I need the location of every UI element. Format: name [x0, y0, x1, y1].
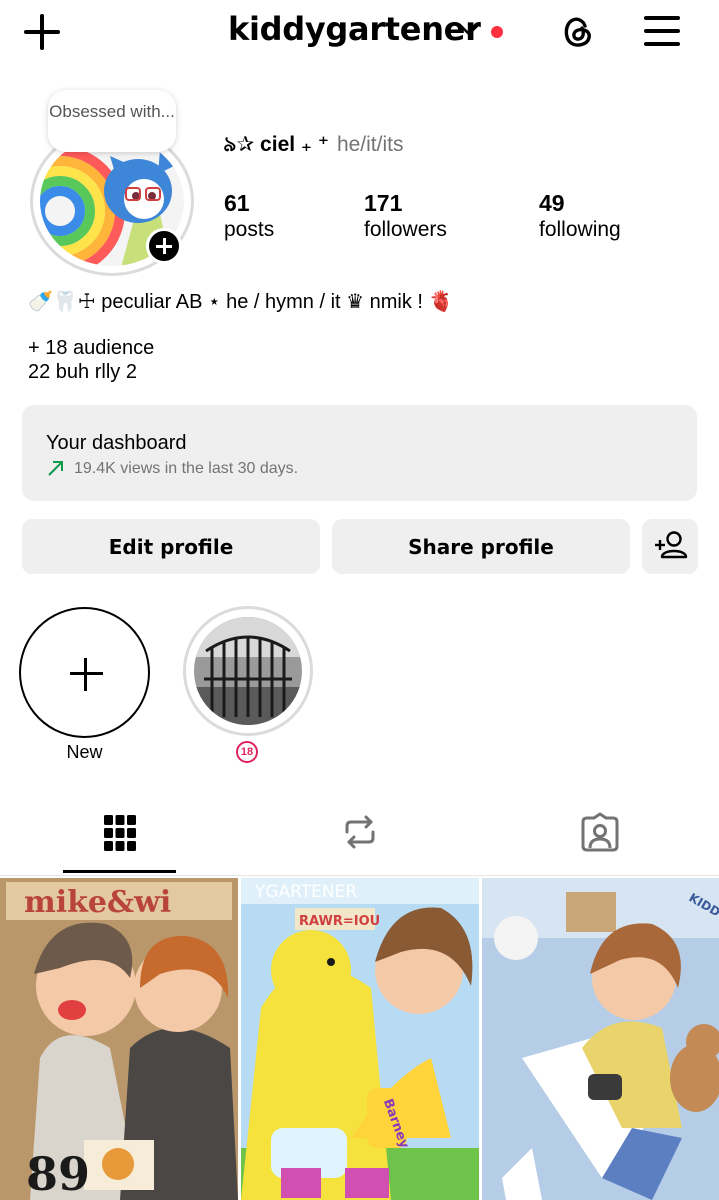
- dashboard-title: Your dashboard: [46, 432, 187, 454]
- create-plus-icon[interactable]: [22, 12, 62, 52]
- stat-following[interactable]: 49 following: [539, 190, 621, 244]
- add-person-icon: [655, 531, 688, 559]
- display-name-line: ৯✰ ciel ₊ ⁺ he/it/its: [223, 128, 403, 163]
- new-highlight-button[interactable]: [19, 607, 150, 738]
- bio-line: 🍼🦷☩ peculiar AB ⋆ he / hymn / it ♛ nmik …: [28, 291, 454, 313]
- discover-people-button[interactable]: [642, 519, 698, 574]
- tab-divider: [0, 875, 719, 876]
- tab-grid[interactable]: [0, 800, 240, 876]
- posts-label: posts: [224, 218, 275, 241]
- following-label: following: [539, 218, 621, 241]
- grid-icon: [104, 815, 136, 851]
- top-bar: kiddygartener: [0, 0, 719, 70]
- bio-line: 22 buh rlly 2: [28, 361, 137, 383]
- post-caption-text: YGARTENER: [254, 882, 357, 902]
- stat-posts[interactable]: 61 posts: [224, 190, 274, 244]
- highlight-item[interactable]: [183, 606, 313, 736]
- notification-dot: [491, 26, 503, 38]
- tab-reposts[interactable]: [240, 800, 480, 876]
- tab-tagged[interactable]: [480, 800, 719, 876]
- post-caption-text: mike&wi: [24, 885, 171, 920]
- display-name: ৯✰ ciel ₊ ⁺: [223, 133, 329, 156]
- trend-up-arrow-icon: [48, 461, 63, 476]
- menu-icon[interactable]: [642, 13, 682, 49]
- dashboard-card[interactable]: Your dashboard 19.4K views in the last 3…: [22, 405, 697, 501]
- reposts-icon: [345, 815, 375, 849]
- pronouns: he/it/its: [336, 133, 404, 156]
- stat-followers[interactable]: 171 followers: [364, 190, 447, 244]
- highlight-cover: [194, 617, 302, 725]
- post-thumbnail[interactable]: YGARTENER RAWR=IOU Barney: [241, 878, 479, 1200]
- post-thumbnail[interactable]: KIDDYG: [482, 878, 719, 1200]
- post-thumbnail[interactable]: mike&wi 89: [0, 878, 238, 1200]
- share-profile-button[interactable]: Share profile: [332, 519, 630, 574]
- adult-content-badge: 18: [236, 741, 258, 763]
- post-corner-number: 89: [26, 1147, 90, 1200]
- dashboard-subtitle: 19.4K views in the last 30 days.: [74, 460, 299, 477]
- chevron-down-icon[interactable]: [458, 22, 480, 38]
- tagged-icon: [581, 812, 619, 852]
- edit-profile-button[interactable]: Edit profile: [22, 519, 320, 574]
- posts-count: 61: [224, 190, 250, 216]
- account-username[interactable]: kiddygartener: [228, 10, 481, 48]
- post-sub-text: RAWR=IOU: [299, 914, 380, 929]
- followers-label: followers: [364, 218, 447, 241]
- followers-count: 171: [364, 190, 403, 216]
- profile-note[interactable]: Obsessed with...: [48, 90, 176, 152]
- following-count: 49: [539, 190, 565, 216]
- new-highlight-label: New: [66, 742, 103, 762]
- bio-line: + 18 audience: [28, 337, 155, 359]
- add-story-icon[interactable]: [146, 228, 182, 264]
- active-tab-indicator: [63, 870, 176, 873]
- threads-icon[interactable]: [557, 12, 597, 52]
